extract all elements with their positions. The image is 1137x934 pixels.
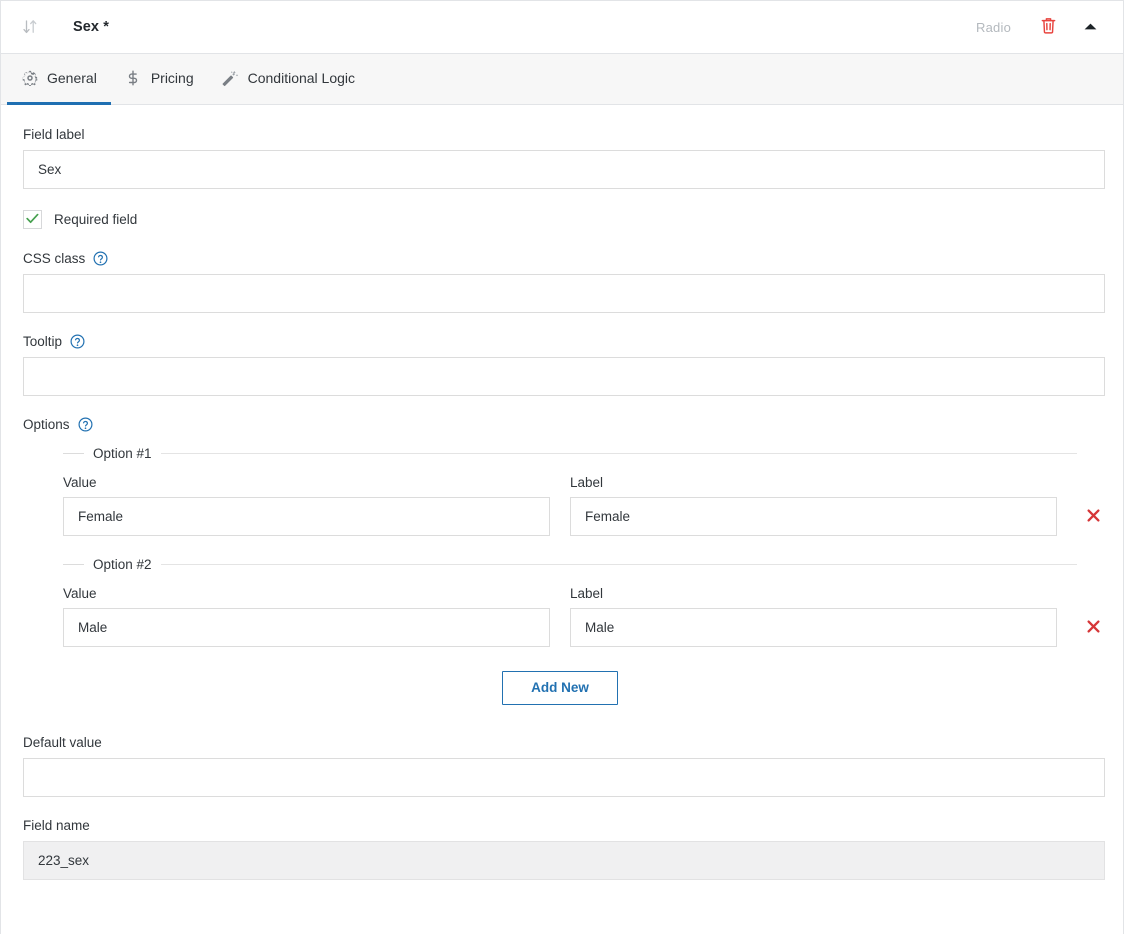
option-value-input[interactable] [63,497,550,536]
field-name-caption-text: Field name [23,817,90,833]
collapse-field-button[interactable] [1077,14,1103,40]
general-tab-panel: Field label Required field CSS class [1,105,1123,934]
tab-conditional-logic-label: Conditional Logic [247,70,356,86]
option-label-col: Label [570,586,1057,647]
default-value-caption-text: Default value [23,734,102,750]
option-value-caption-text: Value [63,586,97,601]
add-option-row: Add New [15,668,1105,705]
question-circle-icon[interactable] [78,417,93,432]
tooltip-input[interactable] [23,357,1105,396]
field-header: Sex * Radio [1,1,1123,54]
options-caption: Options [23,417,1105,432]
tooltip-caption-text: Tooltip [23,334,63,349]
default-value-group: Default value [23,735,1105,797]
gear-icon [21,70,38,87]
css-class-group: CSS class [23,251,1105,313]
field-name-input[interactable] [23,840,1105,880]
tab-pricing-label: Pricing [150,70,194,86]
option-value-input[interactable] [63,608,550,647]
option-row: Value Label [63,586,1105,668]
option-value-col: Value [63,586,550,647]
legend-dash [63,564,84,565]
option-label-input[interactable] [570,497,1057,536]
default-value-input[interactable] [23,757,1105,797]
options-group: Options Option #1 Value Female Label Fem… [23,417,1105,705]
option-legend: Option #2 [63,557,1105,572]
option-label-caption: Label [570,586,1057,601]
css-class-caption-text: CSS class [23,251,86,266]
trash-icon [1040,16,1057,38]
field-header-title: Sex * [73,19,109,35]
option-value-caption: Value [63,586,550,601]
sort-updown-icon[interactable] [19,16,41,38]
field-name-group: Field name [23,818,1105,880]
tab-conditional-logic[interactable]: Conditional Logic [208,54,369,105]
css-class-input[interactable] [23,274,1105,313]
tooltip-group: Tooltip [23,334,1105,396]
option-label-caption: Label [570,475,1057,490]
option-label-input[interactable] [570,608,1057,647]
x-icon [1086,508,1101,526]
required-field-label: Required field [54,212,138,227]
option-label-col: Label [570,475,1057,536]
field-name-caption: Field name [23,818,1105,833]
option-item: Option #2 Value Label [63,557,1105,668]
caret-up-icon [1083,20,1098,35]
field-settings-panel: Sex * Radio General Pricing Conditional … [0,0,1124,934]
option-label-caption-text: Label [570,586,604,601]
css-class-caption: CSS class [23,251,1105,266]
legend-line [160,453,1077,454]
option-value-caption-text: Value [63,475,97,490]
default-value-caption: Default value [23,735,1105,750]
required-field-checkbox[interactable] [23,210,42,229]
field-type-label: Radio [976,19,1011,35]
tab-pricing[interactable]: Pricing [111,54,208,105]
option-legend-label: Option #1 [93,446,152,461]
question-circle-icon[interactable] [93,251,108,266]
field-label-input[interactable] [23,150,1105,189]
settings-tab-bar: General Pricing Conditional Logic [1,54,1123,105]
field-label-group: Field label [23,127,1105,189]
x-icon [1086,619,1101,637]
option-item: Option #1 Value Label [63,446,1105,557]
required-field-row[interactable]: Required field [23,210,1105,229]
remove-option-button[interactable] [1081,608,1105,647]
tooltip-caption: Tooltip [23,334,1105,349]
legend-line [160,564,1077,565]
option-legend: Option #1 [63,446,1105,461]
dollar-icon [125,70,142,87]
delete-field-button[interactable] [1035,14,1061,40]
field-label-caption: Field label [23,127,1105,142]
question-circle-icon[interactable] [70,334,85,349]
magic-wand-icon [222,70,239,87]
tab-general-label: General [47,70,97,86]
remove-option-button[interactable] [1081,497,1105,536]
option-row: Value Label [63,475,1105,557]
field-label-caption-text: Field label [23,127,85,142]
option-value-col: Value [63,475,550,536]
check-icon [26,211,39,229]
add-new-option-button[interactable]: Add New [502,671,618,705]
option-value-caption: Value [63,475,550,490]
options-caption-text: Options [23,417,70,432]
option-legend-label: Option #2 [93,557,152,572]
option-label-caption-text: Label [570,475,604,490]
legend-dash [63,453,84,454]
tab-general[interactable]: General [7,54,111,105]
